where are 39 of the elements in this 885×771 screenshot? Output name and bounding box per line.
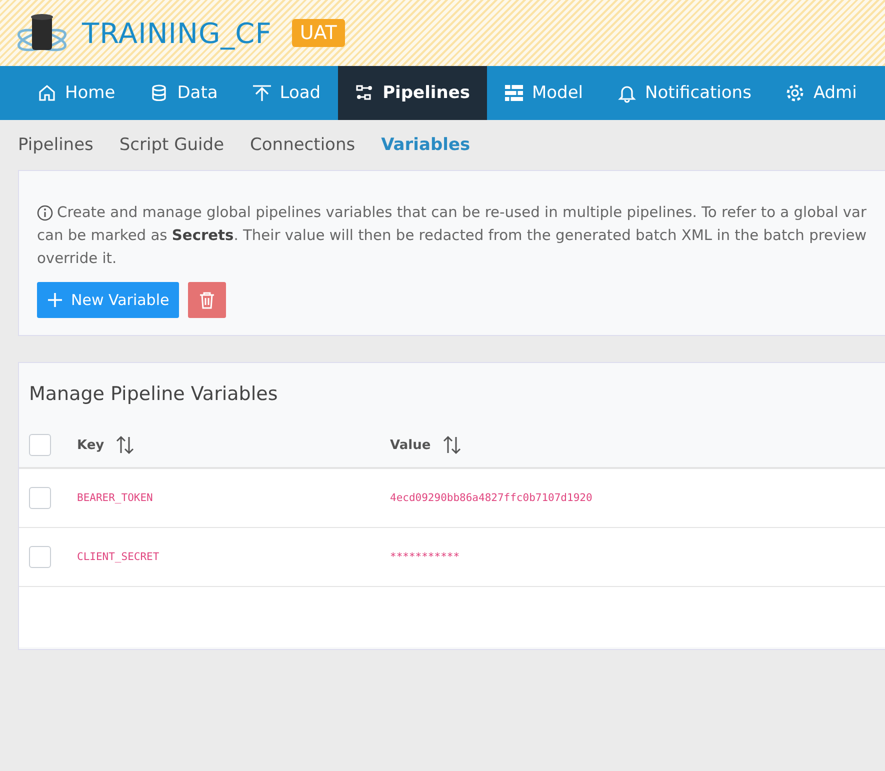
nav-tab[interactable]: Load xyxy=(234,66,338,120)
delete-button[interactable] xyxy=(188,282,226,318)
nav-tab[interactable]: Home xyxy=(20,66,132,120)
key-cell-text: CLIENT_SECRET xyxy=(77,551,160,563)
row-checkbox[interactable] xyxy=(29,487,51,509)
settings-icon xyxy=(785,83,806,103)
trash-icon xyxy=(199,291,216,309)
sort-icon[interactable] xyxy=(116,435,134,455)
home-icon xyxy=(37,83,57,103)
flow-icon xyxy=(354,83,375,103)
sub-tab[interactable]: Script Guide xyxy=(119,135,224,155)
info-text: can be marked as Secrets. Their value will then be redacted from the generated batch XML in the batch preview xyxy=(37,226,868,246)
value-cell-text: *********** xyxy=(390,551,461,563)
sub-tab[interactable]: Connections xyxy=(250,135,356,155)
environment-badge: UAT xyxy=(292,19,345,47)
nav-tab[interactable]: Pipelines xyxy=(338,66,487,120)
value-cell-text: 4ecd09290bb86a4827ffc0b7107d1920 xyxy=(390,492,594,504)
info-text: override it. xyxy=(37,249,118,269)
plus-icon xyxy=(47,292,63,308)
upload-arrow-icon xyxy=(252,83,272,103)
sub-tab[interactable]: Variables xyxy=(381,135,470,155)
select-all-checkbox[interactable] xyxy=(29,434,51,456)
sliders-icon xyxy=(504,83,524,103)
new-variable-button[interactable]: New Variable xyxy=(37,282,180,318)
bell-icon xyxy=(617,83,638,103)
column-header[interactable]: Key xyxy=(77,438,104,452)
nav-tab[interactable]: Model xyxy=(486,66,600,120)
sort-icon[interactable] xyxy=(442,435,461,455)
column-header[interactable]: Value xyxy=(390,438,431,452)
table-title: Manage Pipeline Variables xyxy=(28,382,279,407)
nav-tab[interactable]: Admi xyxy=(768,66,874,120)
sub-tab[interactable]: Pipelines xyxy=(18,135,94,155)
key-cell-text: BEARER_TOKEN xyxy=(77,492,154,504)
info-text: Create and manage global pipelines variables that can be re-used in multiple pipelines. To refer to a global var xyxy=(57,203,866,223)
info-icon xyxy=(37,204,53,220)
app-title: TRAINING_CF xyxy=(82,16,272,50)
nav-tab[interactable]: Data xyxy=(132,66,235,120)
row-checkbox[interactable] xyxy=(29,546,51,568)
nav-tab[interactable]: Notifications xyxy=(600,66,768,120)
